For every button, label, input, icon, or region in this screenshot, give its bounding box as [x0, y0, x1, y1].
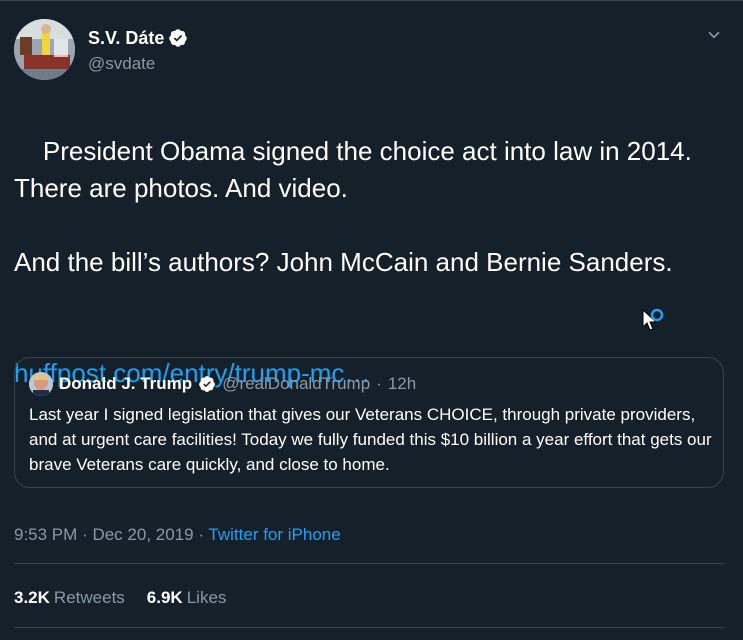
likes-label: Likes — [186, 588, 227, 607]
meta-separator-2: · — [198, 525, 204, 544]
tweet-date[interactable]: Dec 20, 2019 — [92, 525, 193, 544]
tweet-meta: 9:53 PM · Dec 20, 2019 · Twitter for iPh… — [14, 523, 341, 547]
tweet-header: S.V. Dáte @svdate — [14, 19, 729, 83]
author-name-row[interactable]: S.V. Dáte — [88, 27, 188, 49]
quoted-author-name[interactable]: Donald J. Trump — [59, 374, 192, 394]
divider-bottom — [14, 627, 725, 628]
tweet-card: S.V. Dáte @svdate President Obama signed… — [0, 0, 743, 640]
author-handle[interactable]: @svdate — [88, 53, 155, 75]
quoted-author-avatar[interactable] — [29, 372, 53, 396]
mouse-cursor-icon — [642, 308, 664, 331]
retweets-label: Retweets — [53, 588, 125, 607]
author-display-name[interactable]: S.V. Dáte — [88, 27, 164, 49]
quoted-tweet-time[interactable]: 12h — [388, 374, 416, 394]
quoted-verified-badge-icon — [199, 376, 216, 392]
retweets-count: 3.2K — [14, 588, 50, 607]
chevron-down-icon[interactable] — [705, 26, 723, 44]
meta-separator: · — [82, 525, 88, 544]
quoted-tweet-header: Donald J. Trump @realDonaldTrump · 12h — [29, 371, 709, 397]
author-photo-icon — [14, 19, 75, 80]
quoted-author-photo-icon — [29, 372, 53, 396]
likes-count: 6.9K — [146, 588, 183, 607]
tweet-stats: 3.2K Retweets 6.9K Likes — [14, 586, 226, 610]
tweet-source-link[interactable]: Twitter for iPhone — [208, 525, 340, 544]
quoted-author-handle[interactable]: @realDonaldTrump — [222, 374, 370, 394]
quoted-meta-separator: · — [376, 374, 382, 393]
quoted-tweet[interactable]: Donald J. Trump @realDonaldTrump · 12h L… — [14, 357, 724, 488]
author-avatar[interactable] — [14, 19, 75, 80]
tweet-time[interactable]: 9:53 PM — [14, 525, 77, 544]
quoted-tweet-text: Last year I signed legislation that give… — [29, 405, 712, 474]
divider — [14, 563, 725, 564]
retweets-stat[interactable]: 3.2K Retweets — [14, 586, 125, 610]
likes-stat[interactable]: 6.9K Likes — [147, 586, 227, 610]
tweet-text: President Obama signed the choice act in… — [14, 136, 692, 277]
verified-badge-icon — [169, 29, 188, 47]
